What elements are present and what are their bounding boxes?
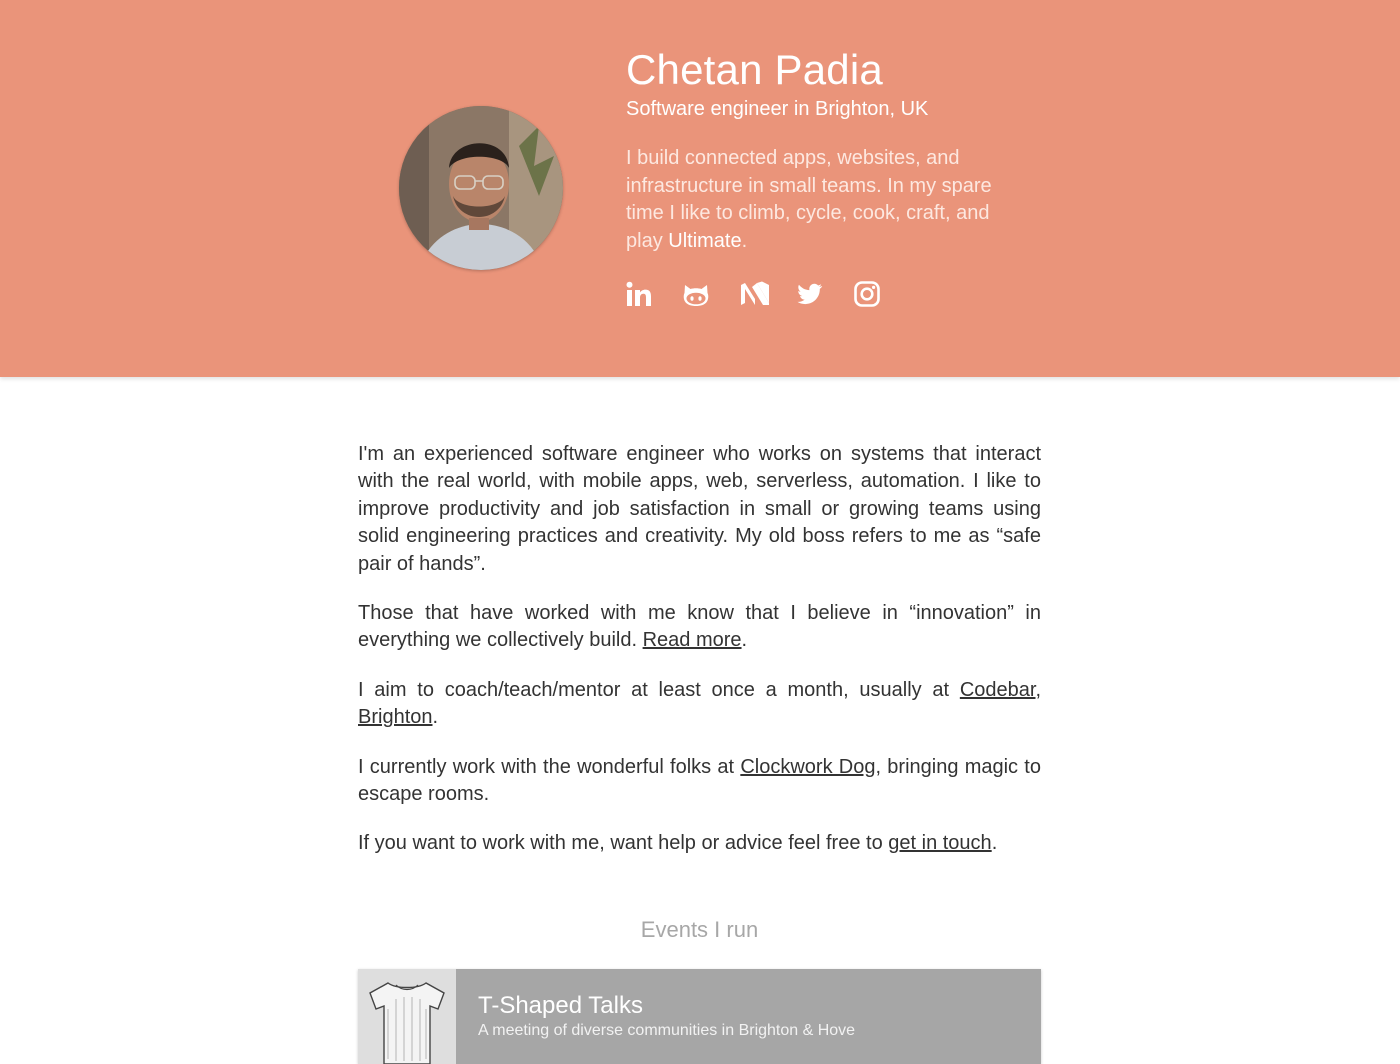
bio-suffix: . [741,229,748,252]
clockwork-dog-link[interactable]: Clockwork Dog [740,756,875,778]
about-paragraph-innovation: Those that have worked with me know that… [358,600,1041,655]
about-section: I'm an experienced software engineer who… [358,441,1041,880]
instagram-icon [854,281,880,307]
paragraph-text: If you want to work with me, want help o… [358,832,889,855]
profile-header: Chetan Padia Software engineer in Bright… [0,0,1400,377]
paragraph-suffix: . [741,629,748,652]
linkedin-link[interactable] [626,281,652,307]
github-link[interactable] [683,281,709,307]
about-paragraph-mentoring: I aim to coach/teach/mentor at least onc… [358,677,1041,732]
paragraph-text: I currently work with the wonderful folk… [358,755,741,778]
tagline: Software engineer in Brighton, UK [626,98,929,120]
paragraph-suffix: . [991,832,998,855]
medium-link[interactable] [740,281,769,307]
about-paragraph-work: I currently work with the wonderful folk… [358,754,1041,809]
event-name: T-Shaped Talks [478,992,643,1019]
bio: I build connected apps, websites, and in… [626,145,1006,255]
medium-icon [741,281,769,305]
event-description: A meeting of diverse communities in Brig… [478,1022,856,1039]
twitter-icon [797,283,823,305]
about-paragraph-experience: I'm an experienced software engineer who… [358,443,1041,575]
avatar-photo [399,106,563,270]
linkedin-icon [626,281,651,306]
instagram-link[interactable] [854,281,880,307]
paragraph-suffix: . [432,706,439,729]
twitter-link[interactable] [797,281,823,307]
read-more-link[interactable]: Read more [643,629,742,651]
social-links [626,281,911,307]
intro: Chetan Padia Software engineer in Bright… [626,44,1006,255]
paragraph-text: I aim to coach/teach/mentor at least onc… [358,678,960,701]
get-in-touch-link[interactable]: get in touch [888,832,991,854]
github-icon [683,285,709,306]
avatar [399,106,563,270]
about-paragraph-contact: If you want to work with me, want help o… [358,830,1041,857]
events-heading: Events I run [640,917,759,942]
page-title: Chetan Padia [626,46,883,93]
bio-highlight-ultimate: Ultimate [668,229,742,252]
